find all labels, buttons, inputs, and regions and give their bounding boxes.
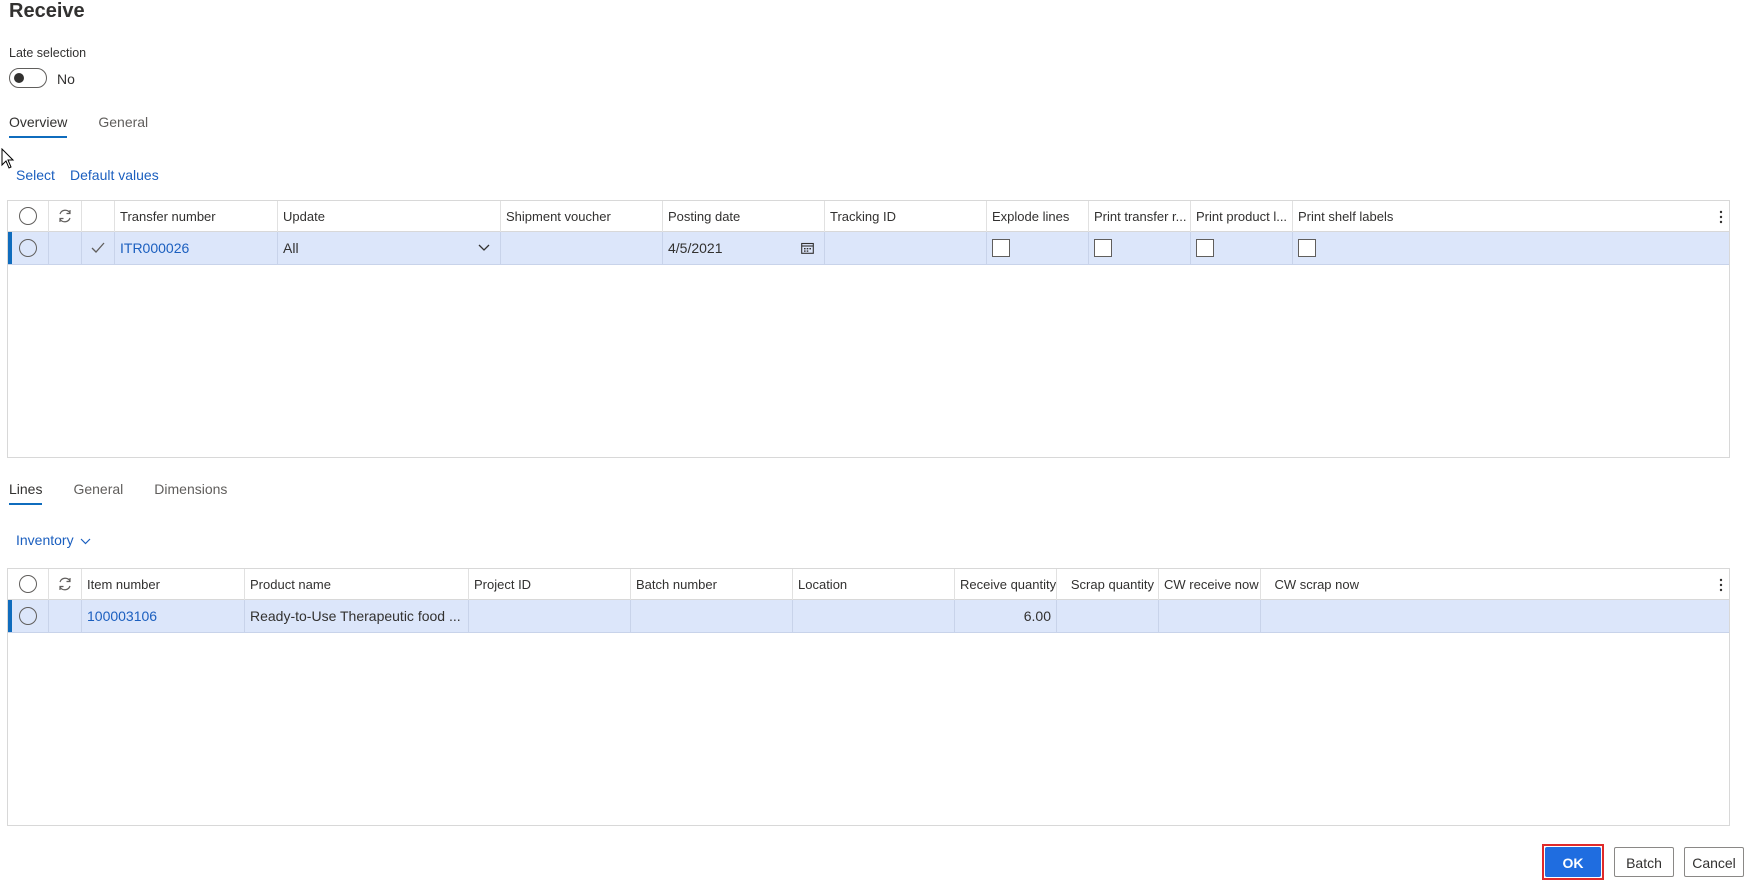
- select-button[interactable]: Select: [16, 167, 55, 183]
- column-header-location[interactable]: Location: [793, 569, 955, 600]
- tab-general[interactable]: General: [98, 114, 148, 138]
- lines-grid-columns: Item number Product name Project ID Batc…: [8, 569, 1729, 600]
- posting-date-value: 4/5/2021: [668, 240, 723, 256]
- more-vertical-icon[interactable]: [1719, 209, 1723, 225]
- column-header-transfer-number[interactable]: Transfer number: [115, 201, 278, 232]
- column-header-print-product-labels[interactable]: Print product l...: [1191, 201, 1293, 232]
- row-select-cell: [8, 232, 49, 265]
- calendar-icon[interactable]: [801, 242, 814, 254]
- scrap-quantity-field[interactable]: [1057, 600, 1159, 633]
- table-row[interactable]: ITR000026 All 4/5/2021: [8, 232, 1729, 265]
- late-selection-label: Late selection: [9, 46, 87, 60]
- table-row[interactable]: 100003106 Ready-to-Use Therapeutic food …: [8, 600, 1729, 633]
- column-header-cw-receive-now[interactable]: CW receive now: [1159, 569, 1261, 600]
- column-header-scrap-quantity[interactable]: Scrap quantity: [1057, 569, 1159, 600]
- cw-receive-now-field[interactable]: [1159, 600, 1261, 633]
- line-blank-cell: [49, 600, 82, 633]
- column-header-explode-lines[interactable]: Explode lines: [987, 201, 1089, 232]
- line-select-radio[interactable]: [19, 607, 37, 625]
- update-value: All: [283, 240, 299, 256]
- tab-lines-general[interactable]: General: [73, 481, 123, 505]
- upper-tab-bar: Overview General: [9, 114, 179, 138]
- refresh-cell: [49, 201, 82, 232]
- batch-number-field[interactable]: [631, 600, 793, 633]
- mouse-cursor-icon: [1, 148, 15, 169]
- transfer-number-link[interactable]: ITR000026: [115, 232, 278, 265]
- column-header-shipment-voucher[interactable]: Shipment voucher: [501, 201, 663, 232]
- column-header-tracking-id[interactable]: Tracking ID: [825, 201, 987, 232]
- line-select-cell: [8, 600, 49, 633]
- print-shelf-labels-cell: [1293, 232, 1395, 265]
- column-header-posting-date[interactable]: Posting date: [663, 201, 825, 232]
- lines-select-all-radio[interactable]: [19, 575, 37, 593]
- print-shelf-labels-checkbox[interactable]: [1298, 239, 1316, 257]
- cw-scrap-now-field[interactable]: [1261, 600, 1363, 633]
- more-vertical-icon[interactable]: [1719, 577, 1723, 593]
- page-title: Receive: [9, 0, 85, 22]
- select-all-radio[interactable]: [19, 207, 37, 225]
- column-header-product-name[interactable]: Product name: [245, 569, 469, 600]
- inventory-menu-label: Inventory: [16, 532, 74, 548]
- column-header-project-id[interactable]: Project ID: [469, 569, 631, 600]
- check-icon: [91, 242, 105, 253]
- column-header-receive-quantity[interactable]: Receive quantity: [955, 569, 1057, 600]
- update-dropdown[interactable]: All: [278, 232, 501, 265]
- refresh-icon[interactable]: [57, 576, 73, 592]
- header-grid: Transfer number Update Shipment voucher …: [7, 200, 1730, 458]
- tab-lines[interactable]: Lines: [9, 481, 43, 505]
- lines-select-all-cell: [8, 569, 49, 600]
- row-select-radio[interactable]: [19, 239, 37, 257]
- explode-lines-cell: [987, 232, 1089, 265]
- column-header-batch-number[interactable]: Batch number: [631, 569, 793, 600]
- row-blank-cell: [49, 232, 82, 265]
- column-header-update[interactable]: Update: [278, 201, 501, 232]
- tab-dimensions[interactable]: Dimensions: [154, 481, 227, 505]
- inventory-menu-button[interactable]: Inventory: [16, 532, 91, 548]
- receive-quantity-field[interactable]: 6.00: [955, 600, 1057, 633]
- posting-date-field[interactable]: 4/5/2021: [663, 232, 825, 265]
- late-selection-value: No: [57, 71, 75, 87]
- lower-tab-bar: Lines General Dimensions: [9, 481, 258, 505]
- print-transfer-receipt-cell: [1089, 232, 1191, 265]
- toggle-knob: [14, 73, 24, 83]
- lines-grid: Item number Product name Project ID Batc…: [7, 568, 1730, 826]
- default-values-button[interactable]: Default values: [70, 167, 159, 183]
- project-id-field[interactable]: [469, 600, 631, 633]
- shipment-voucher-field[interactable]: [501, 232, 663, 265]
- explode-lines-checkbox[interactable]: [992, 239, 1010, 257]
- print-transfer-receipt-checkbox[interactable]: [1094, 239, 1112, 257]
- print-product-labels-cell: [1191, 232, 1293, 265]
- item-number-link[interactable]: 100003106: [82, 600, 245, 633]
- product-name-field[interactable]: Ready-to-Use Therapeutic food ...: [245, 600, 469, 633]
- chevron-down-icon[interactable]: [478, 244, 490, 252]
- tracking-id-field[interactable]: [825, 232, 987, 265]
- row-check-cell: [82, 232, 115, 265]
- column-header-print-transfer-receipt[interactable]: Print transfer r...: [1089, 201, 1191, 232]
- lines-refresh-cell: [49, 569, 82, 600]
- header-grid-columns: Transfer number Update Shipment voucher …: [8, 201, 1729, 232]
- refresh-icon[interactable]: [57, 208, 73, 224]
- late-selection-toggle[interactable]: [9, 68, 47, 88]
- select-all-cell: [8, 201, 49, 232]
- row-marker-header: [82, 201, 115, 232]
- column-header-cw-scrap-now[interactable]: CW scrap now: [1261, 569, 1363, 600]
- print-product-labels-checkbox[interactable]: [1196, 239, 1214, 257]
- tab-overview[interactable]: Overview: [9, 114, 68, 138]
- location-field[interactable]: [793, 600, 955, 633]
- column-header-item-number[interactable]: Item number: [82, 569, 245, 600]
- column-header-print-shelf-labels[interactable]: Print shelf labels: [1293, 201, 1413, 232]
- chevron-down-icon: [81, 538, 91, 545]
